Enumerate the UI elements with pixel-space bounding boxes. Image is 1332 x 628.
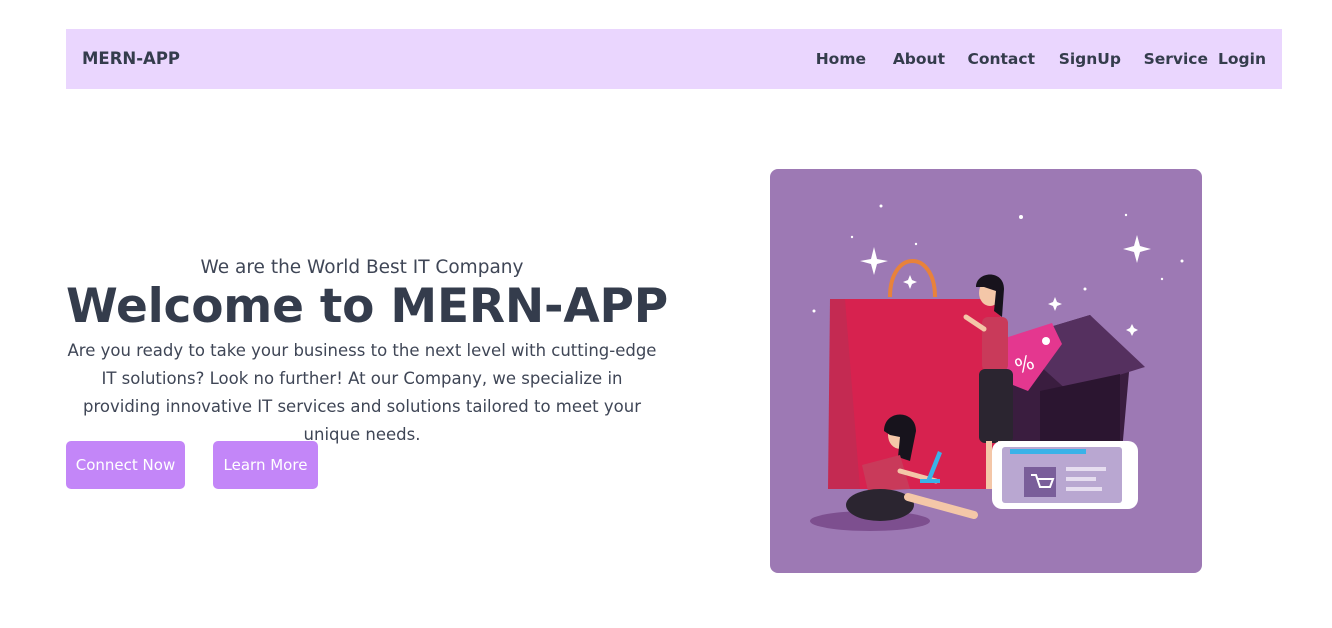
navbar: MERN-APP Home About Contact SignUp Servi…	[66, 29, 1282, 89]
nav-link-contact[interactable]: Contact	[967, 29, 1035, 89]
nav-link-login[interactable]: Login	[1218, 29, 1266, 89]
hero-title: Welcome to MERN-APP	[66, 279, 669, 334]
learn-more-button[interactable]: Learn More	[213, 441, 318, 489]
nav-link-home[interactable]: Home	[816, 29, 866, 89]
brand-logo[interactable]: MERN-APP	[82, 29, 180, 89]
hero-text: We are the World Best IT Company Welcome…	[66, 255, 669, 449]
hero-description: Are you ready to take your business to t…	[67, 341, 657, 444]
connect-now-button[interactable]: Connect Now	[66, 441, 185, 489]
hero-tagline: We are the World Best IT Company	[200, 257, 524, 278]
nav-link-about[interactable]: About	[893, 29, 945, 89]
shopping-illustration-icon: %	[810, 204, 1184, 531]
nav-link-service[interactable]: Service	[1144, 29, 1208, 89]
nav-link-signup[interactable]: SignUp	[1059, 29, 1121, 89]
hero-illustration: %	[770, 169, 1202, 573]
